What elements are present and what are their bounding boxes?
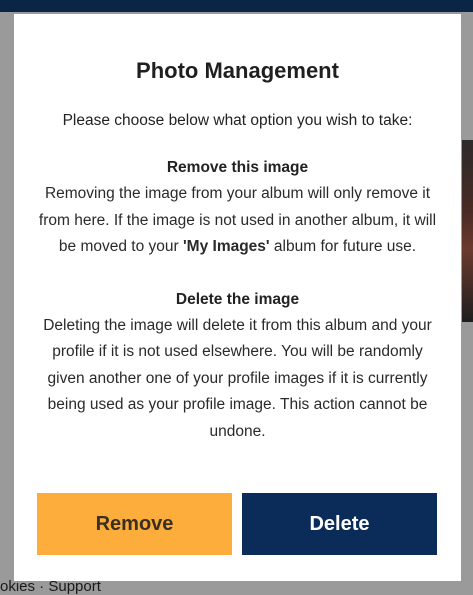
my-images-highlight: 'My Images' bbox=[182, 238, 270, 255]
delete-section-text: Deleting the image will delete it from t… bbox=[43, 316, 432, 440]
delete-button[interactable]: Delete bbox=[242, 493, 437, 555]
dialog-intro: Please choose below what option you wish… bbox=[62, 112, 413, 129]
top-navigation-bar bbox=[0, 0, 473, 12]
delete-section-heading: Delete the image bbox=[175, 290, 300, 308]
remove-section-heading: Remove this image bbox=[166, 159, 309, 176]
delete-section: Delete the image Deleting the image will… bbox=[38, 287, 437, 446]
dialog-title: Photo Management bbox=[136, 58, 339, 83]
dialog-buttons: Remove Delete bbox=[37, 493, 437, 555]
photo-management-dialog: Photo Management Please choose below wha… bbox=[14, 14, 461, 581]
remove-text-part2: album for future use. bbox=[269, 238, 417, 255]
background-photo bbox=[462, 140, 473, 322]
remove-button[interactable]: Remove bbox=[37, 493, 232, 555]
remove-section-text: Removing the image from your album will … bbox=[38, 181, 437, 261]
remove-section: Remove this image Removing the image fro… bbox=[38, 155, 437, 261]
